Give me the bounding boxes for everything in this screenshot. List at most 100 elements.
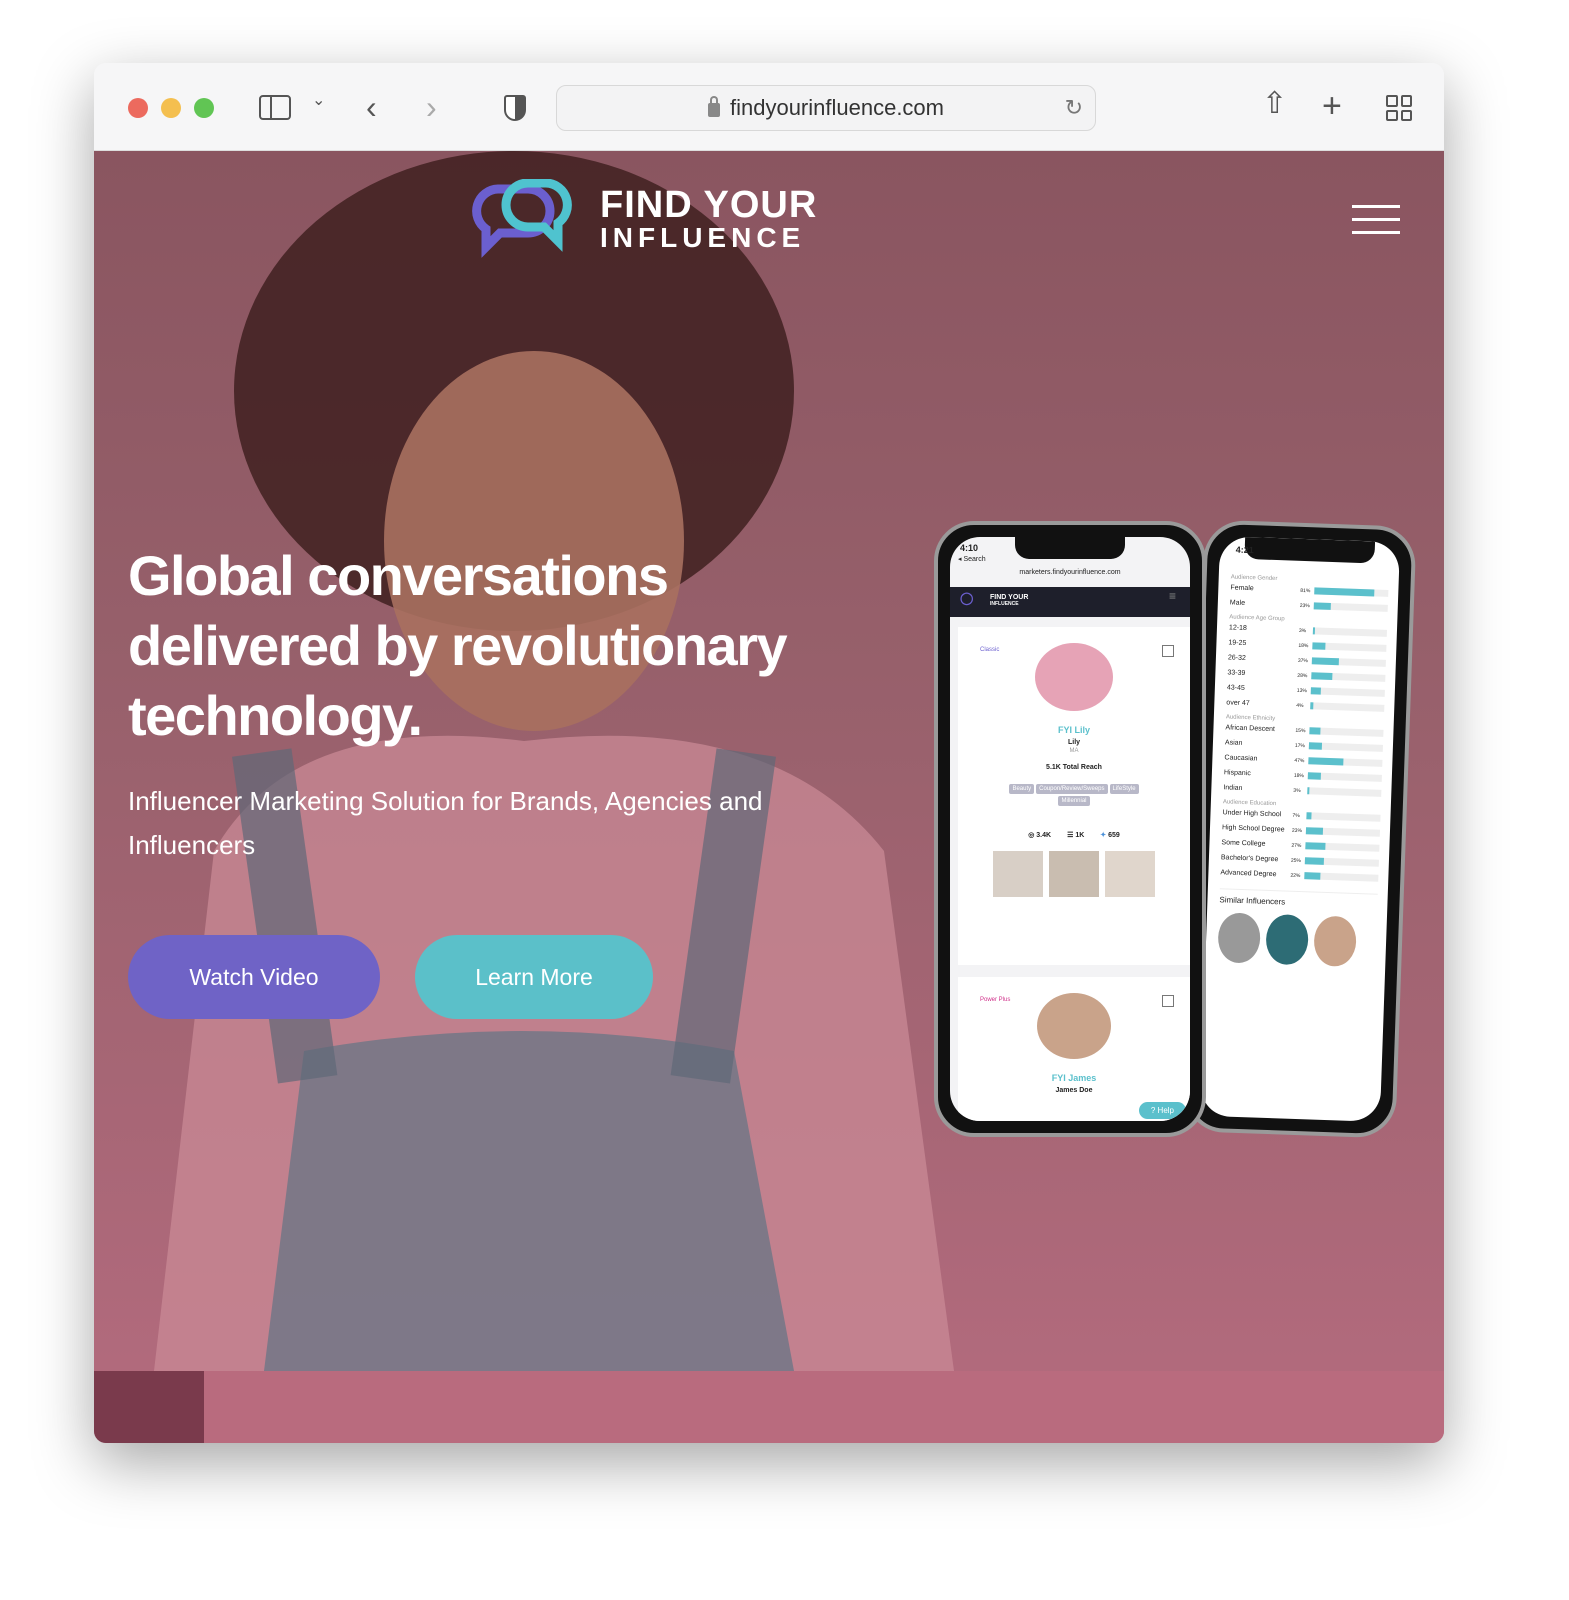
- stat-bar: [1311, 672, 1333, 681]
- hamburger-icon[interactable]: [1352, 205, 1400, 235]
- stat-percent: 3%: [1298, 627, 1307, 634]
- footer-strip-dark: [94, 1371, 204, 1443]
- close-window-button[interactable]: [128, 98, 148, 118]
- shield-privacy-icon[interactable]: [504, 95, 526, 121]
- phone-app-header: ◯ FIND YOUR INFLUENCE ≡: [950, 587, 1190, 617]
- stat-percent: 37%: [1297, 657, 1308, 664]
- logo-line1: FIND YOUR: [600, 184, 818, 226]
- phone-url: marketers.findyourinfluence.com: [1019, 569, 1121, 576]
- stat-bar: [1304, 872, 1321, 880]
- phone-mockup-analytics: 4:21 Audience Gender Female 81% Male 23% Audi…: [1183, 519, 1417, 1139]
- phone-mockup-profiles: 4:10 ◂ Search marketers.findyourinfluenc…: [934, 521, 1206, 1137]
- stat-percent: 18%: [1298, 642, 1309, 649]
- speech-bubbles-logo-icon: [472, 179, 572, 258]
- avatar: [1037, 993, 1111, 1059]
- stat-bar: [1307, 772, 1322, 780]
- stat-label: over 47: [1226, 699, 1250, 708]
- help-button[interactable]: ? Help: [1138, 1102, 1186, 1119]
- browser-toolbar: ⌄ ‹ › findyourinfluence.com ↻ ⇧ +: [94, 63, 1444, 151]
- stat-percent: 18%: [1293, 772, 1304, 779]
- stat-percent: 23%: [1299, 602, 1310, 609]
- hero-woman-image: [154, 151, 954, 1371]
- stat-label: Asian: [1224, 739, 1243, 747]
- avatar: [1035, 643, 1113, 711]
- stat-percent: 28%: [1297, 672, 1308, 679]
- new-tab-icon[interactable]: +: [1322, 89, 1342, 123]
- stat-bar: [1305, 842, 1326, 850]
- stat-percent: 23%: [1291, 827, 1303, 834]
- stat-label: Some College: [1221, 839, 1266, 848]
- reload-icon[interactable]: ↻: [1065, 95, 1083, 121]
- stat-label: Caucasian: [1224, 754, 1258, 763]
- stat-label: Male: [1229, 599, 1246, 607]
- url-text: findyourinfluence.com: [729, 95, 944, 120]
- learn-more-button[interactable]: Learn More: [415, 935, 653, 1019]
- phone-time: 4:21: [1235, 544, 1254, 556]
- hero-section: FIND YOUR INFLUENCE Global conversations…: [94, 151, 1444, 1443]
- stat-label: Hispanic: [1223, 769, 1251, 778]
- footer-strip: [204, 1371, 1444, 1443]
- stat-bar: [1308, 757, 1344, 766]
- stat-bar: [1310, 702, 1314, 710]
- back-button[interactable]: ‹: [366, 91, 377, 123]
- stat-label: Female: [1230, 584, 1254, 593]
- stat-label: Advanced Degree: [1220, 869, 1277, 879]
- stat-percent: 47%: [1294, 757, 1305, 764]
- influencer-card[interactable]: Classic FYI Lily Lily MA 5.1K Total Reac…: [958, 627, 1190, 965]
- stat-bar: [1310, 687, 1321, 695]
- back-to-search[interactable]: ◂ Search: [958, 555, 986, 563]
- stat-label: 12-18: [1228, 624, 1247, 633]
- stat-bar: [1313, 602, 1331, 610]
- stat-bar: [1308, 742, 1322, 750]
- chevron-down-icon[interactable]: ⌄: [312, 93, 325, 109]
- stat-percent: 7%: [1292, 812, 1300, 819]
- stat-bar: [1312, 642, 1326, 650]
- stat-percent: 4%: [1296, 702, 1304, 709]
- stat-bar: [1306, 812, 1312, 820]
- influencer-card[interactable]: Power Plus FYI James James Doe: [958, 977, 1190, 1121]
- select-checkbox[interactable]: [1162, 995, 1174, 1007]
- share-icon[interactable]: ⇧: [1262, 89, 1287, 119]
- stat-label: 33-39: [1227, 669, 1246, 677]
- stat-percent: 17%: [1294, 742, 1306, 749]
- stat-bar: [1305, 827, 1324, 835]
- stat-bar: [1312, 627, 1316, 635]
- stat-percent: 3%: [1293, 787, 1301, 794]
- logo-line2: INFLUENCE: [600, 222, 806, 253]
- phone-time: 4:10: [960, 543, 979, 553]
- hero-headline: Global conversations delivered by revolu…: [128, 544, 788, 747]
- stat-percent: 27%: [1291, 842, 1302, 849]
- stat-bar: [1304, 857, 1324, 865]
- stat-percent: 25%: [1290, 857, 1302, 864]
- stat-bar: [1314, 587, 1375, 597]
- audience-stats: Audience Gender Female 81% Male 23% Audience …: [1220, 574, 1389, 885]
- stat-percent: 22%: [1290, 872, 1301, 879]
- stat-percent: 81%: [1300, 587, 1311, 594]
- similar-influencers-label: Similar Influencers: [1219, 888, 1378, 910]
- zoom-window-button[interactable]: [194, 98, 214, 118]
- stat-label: Indian: [1223, 784, 1243, 792]
- stat-percent: 13%: [1296, 687, 1307, 694]
- tab-overview-icon[interactable]: [1386, 95, 1412, 121]
- stat-label: Bachelor's Degree: [1220, 854, 1279, 864]
- lock-icon: [707, 96, 720, 117]
- stat-label: High School Degree: [1221, 824, 1285, 834]
- sidebar-toggle-icon[interactable]: [259, 95, 291, 120]
- stat-label: African Descent: [1225, 724, 1275, 734]
- stat-bar: [1309, 727, 1321, 735]
- stat-percent: 15%: [1295, 727, 1306, 734]
- stat-label: 19-25: [1228, 639, 1247, 648]
- stat-label: Under High School: [1222, 809, 1282, 819]
- minimize-window-button[interactable]: [161, 98, 181, 118]
- stat-label: 43-45: [1226, 684, 1245, 692]
- stat-bar: [1307, 787, 1310, 795]
- forward-button[interactable]: ›: [426, 91, 437, 123]
- stat-bar: [1311, 657, 1340, 666]
- watch-video-button[interactable]: Watch Video: [128, 935, 380, 1019]
- browser-window: ⌄ ‹ › findyourinfluence.com ↻ ⇧ + FIND Y…: [94, 63, 1444, 1443]
- stat-label: 26-32: [1227, 654, 1246, 663]
- select-checkbox[interactable]: [1162, 645, 1174, 657]
- address-bar[interactable]: findyourinfluence.com ↻: [556, 85, 1096, 131]
- site-logo[interactable]: FIND YOUR INFLUENCE: [468, 179, 817, 259]
- hero-subheadline: Influencer Marketing Solution for Brands…: [128, 786, 763, 860]
